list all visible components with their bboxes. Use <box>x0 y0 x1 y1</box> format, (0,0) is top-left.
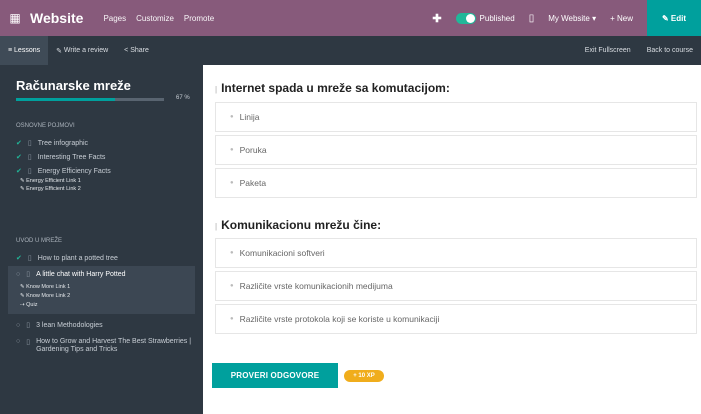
my-website-dropdown[interactable]: My Website ▾ <box>548 14 596 23</box>
menu-pages[interactable]: Pages <box>103 14 126 23</box>
progress-percent: 67 % <box>176 95 190 101</box>
back-to-course-link[interactable]: Back to course <box>639 47 701 54</box>
document-icon: ▯ <box>27 140 32 147</box>
document-icon: ▯ <box>26 322 31 329</box>
radio-icon: ● <box>230 250 234 256</box>
xp-badge: + 10 XP <box>344 370 384 382</box>
app-brand[interactable]: Website <box>30 10 83 26</box>
new-button[interactable]: + New <box>610 14 633 23</box>
lesson-item[interactable]: ✔ ▯ Tree infographic <box>16 139 88 147</box>
resource-link[interactable]: ✎ Energy Efficient Link 1 <box>20 178 81 184</box>
pencil-icon: ✎ <box>56 47 64 55</box>
course-title[interactable]: Računarske mreže <box>16 78 131 93</box>
question-marker: | <box>215 222 218 231</box>
resource-link[interactable]: ✎ Energy Efficient Link 2 <box>20 186 81 192</box>
radio-icon: ● <box>230 114 234 120</box>
published-toggle[interactable] <box>455 12 476 24</box>
resource-link[interactable]: ✎ Know More Link 1 <box>20 284 70 290</box>
check-icon: ✔ <box>16 154 22 161</box>
question-title: | Komunikacionu mrežu čine: <box>215 218 382 232</box>
document-icon: ▯ <box>27 154 32 161</box>
check-icon: ✔ <box>16 255 22 262</box>
resource-link[interactable]: ✎ Know More Link 2 <box>20 293 70 299</box>
check-icon: ✔ <box>16 168 22 175</box>
section-title: Osnovne pojmovi <box>16 123 75 129</box>
admin-topbar: ▦ Website Pages Customize Promote ✚ Publ… <box>0 0 701 36</box>
published-label[interactable]: Published <box>480 14 515 23</box>
tab-lessons[interactable]: ≡ Lessons <box>0 36 49 65</box>
section-title: Uvod u mreže <box>16 238 63 244</box>
lesson-item[interactable]: ○ ▯ How to Grow and Harvest The Best Straw… <box>16 338 206 354</box>
edit-button[interactable]: ✎ Edit <box>647 0 701 36</box>
lesson-item[interactable]: ✔ ▯ Interesting Tree Facts <box>16 153 105 161</box>
answer-option[interactable]: ● Različite vrste komunikacionih medijuma <box>215 271 697 301</box>
grid-icon[interactable]: ▦ <box>0 11 30 25</box>
document-icon: ▯ <box>27 168 32 175</box>
check-answers-button[interactable]: PROVERI ODGOVORE <box>212 363 338 388</box>
answer-option[interactable]: ● Poruka <box>215 135 697 165</box>
mobile-preview-icon[interactable]: ▯ <box>529 13 535 24</box>
quiz-link[interactable]: ⇢ Quiz <box>20 302 37 308</box>
circle-icon: ○ <box>16 271 21 278</box>
course-progress-bar <box>16 98 164 101</box>
radio-icon: ● <box>230 180 234 186</box>
circle-icon: ○ <box>16 338 21 345</box>
radio-icon: ● <box>230 147 234 153</box>
tab-write-review[interactable]: ✎ Write a review <box>48 36 116 65</box>
lesson-item[interactable]: ✔ ▯ How to plant a potted tree <box>16 254 118 262</box>
radio-icon: ● <box>230 283 234 289</box>
lesson-item[interactable]: ✔ ▯ Energy Efficiency Facts <box>16 167 111 175</box>
plus-icon[interactable]: ✚ <box>432 12 441 25</box>
lesson-item-active[interactable]: ○ ▯ A little chat with Harry Potted <box>16 270 126 278</box>
exit-fullscreen-link[interactable]: Exit Fullscreen <box>577 47 639 54</box>
question-marker: | <box>215 85 218 94</box>
document-icon: ▯ <box>26 271 31 278</box>
tab-share[interactable]: < Share <box>116 36 157 65</box>
document-icon: ▯ <box>26 339 31 346</box>
answer-option[interactable]: ● Paketa <box>215 168 697 198</box>
answer-option[interactable]: ● Različite vrste protokola koji se koris… <box>215 304 697 334</box>
menu-customize[interactable]: Customize <box>136 14 174 23</box>
lessons-sidebar: Računarske mreže 67 % Osnovne pojmovi ✔ ▯… <box>0 65 203 414</box>
lesson-item[interactable]: ○ ▯ 3 lean Methodologies <box>16 321 103 329</box>
document-icon: ▯ <box>27 255 32 262</box>
quiz-content: | Internet spada u mreže sa komutacijom: … <box>203 65 701 414</box>
answer-option[interactable]: ● Komunikacioni softveri <box>215 238 697 268</box>
check-icon: ✔ <box>16 140 22 147</box>
menu-promote[interactable]: Promote <box>184 14 214 23</box>
circle-icon: ○ <box>16 322 21 329</box>
answer-option[interactable]: ● Linija <box>215 102 697 132</box>
radio-icon: ● <box>230 316 234 322</box>
question-title: | Internet spada u mreže sa komutacijom: <box>215 81 450 95</box>
fullscreen-toolbar: ≡ Lessons ✎ Write a review < Share Exit … <box>0 36 701 65</box>
progress-fill <box>16 98 116 101</box>
